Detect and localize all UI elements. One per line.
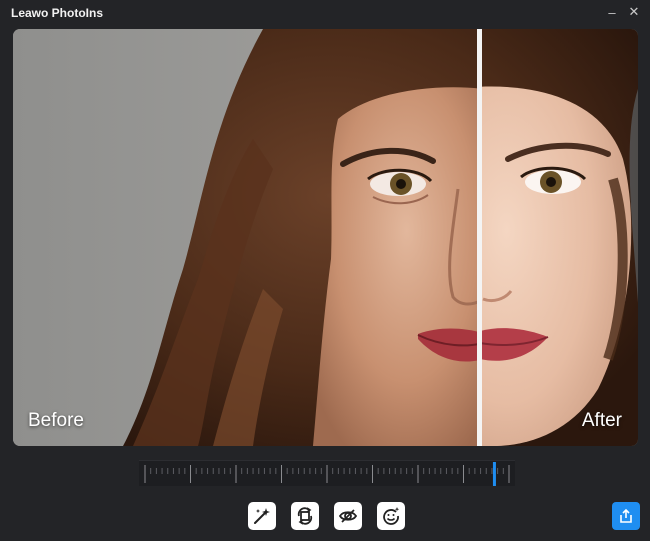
before-label: Before — [28, 410, 84, 431]
close-icon: ✕ — [628, 4, 640, 19]
slider-ruler — [144, 462, 510, 486]
face-retouch-button[interactable] — [377, 502, 405, 530]
after-label: After — [581, 410, 622, 431]
magic-wand-icon — [254, 508, 270, 524]
adjustment-slider[interactable] — [139, 460, 515, 486]
ai-enhance-button[interactable] — [248, 502, 276, 530]
compare-divider-handle[interactable] — [477, 29, 482, 446]
close-button[interactable]: ✕ — [624, 3, 644, 21]
share-icon — [620, 508, 632, 523]
minimize-button[interactable]: – — [602, 3, 622, 21]
app-title: Leawo PhotoIns — [11, 6, 104, 20]
rotate-crop-icon — [297, 507, 313, 525]
minimize-icon: – — [608, 4, 616, 20]
face-retouch-icon — [383, 507, 400, 525]
title-bar: Leawo PhotoIns – ✕ — [0, 0, 650, 26]
slider-thumb[interactable] — [492, 462, 496, 486]
eye-enhance-button[interactable] — [334, 502, 362, 530]
rotate-crop-button[interactable] — [291, 502, 319, 530]
share-button[interactable] — [612, 502, 640, 530]
eye-icon — [338, 509, 358, 523]
portrait-image — [13, 29, 638, 446]
before-after-viewer: Before After — [13, 29, 638, 446]
